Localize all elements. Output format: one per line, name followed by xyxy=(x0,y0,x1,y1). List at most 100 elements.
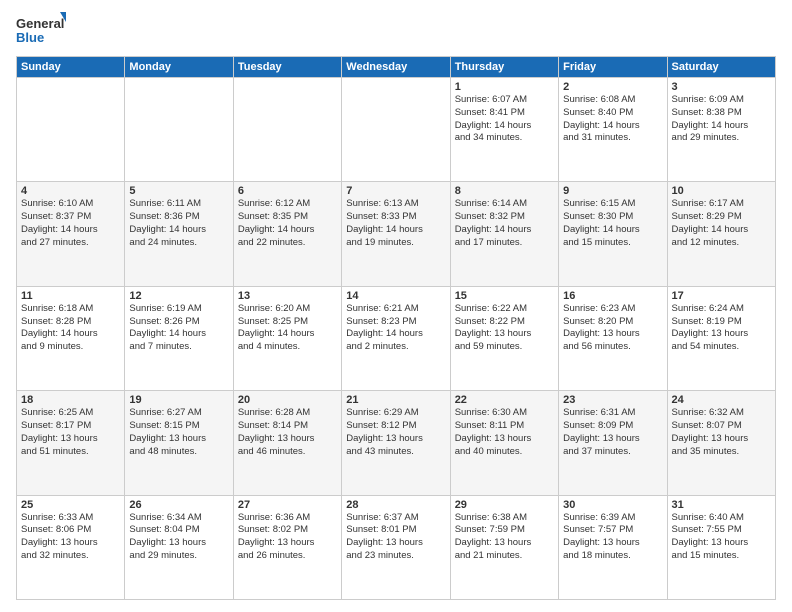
day-info-line: Sunrise: 6:29 AM xyxy=(346,407,445,420)
day-info-line: Sunrise: 6:37 AM xyxy=(346,512,445,525)
day-info-line: and 22 minutes. xyxy=(238,237,337,250)
day-info-line: Sunrise: 6:11 AM xyxy=(129,198,228,211)
calendar-cell: 19Sunrise: 6:27 AMSunset: 8:15 PMDayligh… xyxy=(125,391,233,495)
calendar-cell: 16Sunrise: 6:23 AMSunset: 8:20 PMDayligh… xyxy=(559,286,667,390)
week-row-5: 25Sunrise: 6:33 AMSunset: 8:06 PMDayligh… xyxy=(17,495,776,599)
day-info-line: and 59 minutes. xyxy=(455,341,554,354)
day-number: 20 xyxy=(238,394,337,406)
day-info-line: Daylight: 13 hours xyxy=(672,433,771,446)
calendar-cell: 14Sunrise: 6:21 AMSunset: 8:23 PMDayligh… xyxy=(342,286,450,390)
day-info-line: Sunset: 8:36 PM xyxy=(129,211,228,224)
day-info-line: Sunrise: 6:30 AM xyxy=(455,407,554,420)
day-info-line: Daylight: 14 hours xyxy=(346,224,445,237)
svg-text:Blue: Blue xyxy=(16,30,44,45)
day-info-line: Sunrise: 6:21 AM xyxy=(346,303,445,316)
day-info-line: Sunrise: 6:18 AM xyxy=(21,303,120,316)
day-info-line: Sunset: 8:28 PM xyxy=(21,316,120,329)
calendar-cell: 24Sunrise: 6:32 AMSunset: 8:07 PMDayligh… xyxy=(667,391,775,495)
day-number: 1 xyxy=(455,81,554,93)
day-info-line: and 15 minutes. xyxy=(672,550,771,563)
day-info-line: Daylight: 14 hours xyxy=(21,328,120,341)
weekday-header-row: SundayMondayTuesdayWednesdayThursdayFrid… xyxy=(17,57,776,78)
calendar-cell: 4Sunrise: 6:10 AMSunset: 8:37 PMDaylight… xyxy=(17,182,125,286)
day-number: 8 xyxy=(455,185,554,197)
day-info-line: Daylight: 13 hours xyxy=(238,433,337,446)
day-number: 5 xyxy=(129,185,228,197)
day-number: 2 xyxy=(563,81,662,93)
calendar-cell: 11Sunrise: 6:18 AMSunset: 8:28 PMDayligh… xyxy=(17,286,125,390)
day-info-line: Sunset: 8:01 PM xyxy=(346,524,445,537)
calendar-cell: 8Sunrise: 6:14 AMSunset: 8:32 PMDaylight… xyxy=(450,182,558,286)
day-info-line: Sunrise: 6:10 AM xyxy=(21,198,120,211)
day-info-line: Daylight: 14 hours xyxy=(672,224,771,237)
day-info-line: Sunset: 8:07 PM xyxy=(672,420,771,433)
day-info-line: and 19 minutes. xyxy=(346,237,445,250)
weekday-header-monday: Monday xyxy=(125,57,233,78)
day-info-line: and 56 minutes. xyxy=(563,341,662,354)
day-info-line: Sunset: 8:02 PM xyxy=(238,524,337,537)
calendar-cell: 21Sunrise: 6:29 AMSunset: 8:12 PMDayligh… xyxy=(342,391,450,495)
calendar-cell xyxy=(233,78,341,182)
calendar-cell: 13Sunrise: 6:20 AMSunset: 8:25 PMDayligh… xyxy=(233,286,341,390)
header: General Blue xyxy=(16,12,776,50)
day-info-line: Sunrise: 6:36 AM xyxy=(238,512,337,525)
calendar-cell xyxy=(17,78,125,182)
day-number: 31 xyxy=(672,499,771,511)
day-info-line: and 26 minutes. xyxy=(238,550,337,563)
calendar-cell: 3Sunrise: 6:09 AMSunset: 8:38 PMDaylight… xyxy=(667,78,775,182)
day-number: 7 xyxy=(346,185,445,197)
day-info-line: Daylight: 13 hours xyxy=(563,537,662,550)
day-info-line: Sunset: 8:41 PM xyxy=(455,107,554,120)
day-info-line: Daylight: 13 hours xyxy=(346,537,445,550)
calendar-cell: 15Sunrise: 6:22 AMSunset: 8:22 PMDayligh… xyxy=(450,286,558,390)
day-info-line: Sunset: 7:59 PM xyxy=(455,524,554,537)
day-number: 9 xyxy=(563,185,662,197)
day-info-line: Sunrise: 6:33 AM xyxy=(21,512,120,525)
day-info-line: Daylight: 13 hours xyxy=(238,537,337,550)
day-info-line: Sunset: 8:40 PM xyxy=(563,107,662,120)
day-info-line: and 23 minutes. xyxy=(346,550,445,563)
weekday-header-thursday: Thursday xyxy=(450,57,558,78)
weekday-header-sunday: Sunday xyxy=(17,57,125,78)
day-info-line: Daylight: 14 hours xyxy=(238,328,337,341)
day-info-line: and 46 minutes. xyxy=(238,446,337,459)
day-info-line: Sunset: 8:38 PM xyxy=(672,107,771,120)
calendar-cell: 1Sunrise: 6:07 AMSunset: 8:41 PMDaylight… xyxy=(450,78,558,182)
day-info-line: and 29 minutes. xyxy=(129,550,228,563)
day-info-line: and 54 minutes. xyxy=(672,341,771,354)
svg-text:General: General xyxy=(16,16,64,31)
day-info-line: Sunset: 7:55 PM xyxy=(672,524,771,537)
day-info-line: Daylight: 13 hours xyxy=(672,537,771,550)
day-number: 10 xyxy=(672,185,771,197)
day-info-line: Sunrise: 6:31 AM xyxy=(563,407,662,420)
day-info-line: and 32 minutes. xyxy=(21,550,120,563)
day-info-line: Sunrise: 6:19 AM xyxy=(129,303,228,316)
day-info-line: Sunrise: 6:40 AM xyxy=(672,512,771,525)
day-info-line: Daylight: 14 hours xyxy=(129,328,228,341)
day-info-line: Sunrise: 6:13 AM xyxy=(346,198,445,211)
calendar-cell: 7Sunrise: 6:13 AMSunset: 8:33 PMDaylight… xyxy=(342,182,450,286)
day-info-line: Sunrise: 6:07 AM xyxy=(455,94,554,107)
day-info-line: Sunset: 8:29 PM xyxy=(672,211,771,224)
day-info-line: Daylight: 14 hours xyxy=(672,120,771,133)
day-info-line: and 7 minutes. xyxy=(129,341,228,354)
day-info-line: Sunrise: 6:39 AM xyxy=(563,512,662,525)
calendar-cell: 26Sunrise: 6:34 AMSunset: 8:04 PMDayligh… xyxy=(125,495,233,599)
day-info-line: Daylight: 13 hours xyxy=(455,433,554,446)
day-number: 23 xyxy=(563,394,662,406)
day-info-line: Sunrise: 6:15 AM xyxy=(563,198,662,211)
calendar-cell: 2Sunrise: 6:08 AMSunset: 8:40 PMDaylight… xyxy=(559,78,667,182)
day-info-line: Sunrise: 6:34 AM xyxy=(129,512,228,525)
day-info-line: and 37 minutes. xyxy=(563,446,662,459)
calendar-cell: 30Sunrise: 6:39 AMSunset: 7:57 PMDayligh… xyxy=(559,495,667,599)
day-number: 15 xyxy=(455,290,554,302)
day-info-line: Daylight: 13 hours xyxy=(672,328,771,341)
day-info-line: Daylight: 14 hours xyxy=(238,224,337,237)
day-info-line: and 2 minutes. xyxy=(346,341,445,354)
day-number: 28 xyxy=(346,499,445,511)
calendar-cell xyxy=(125,78,233,182)
day-info-line: Sunset: 8:09 PM xyxy=(563,420,662,433)
day-number: 4 xyxy=(21,185,120,197)
calendar-cell: 25Sunrise: 6:33 AMSunset: 8:06 PMDayligh… xyxy=(17,495,125,599)
day-info-line: Sunset: 8:04 PM xyxy=(129,524,228,537)
